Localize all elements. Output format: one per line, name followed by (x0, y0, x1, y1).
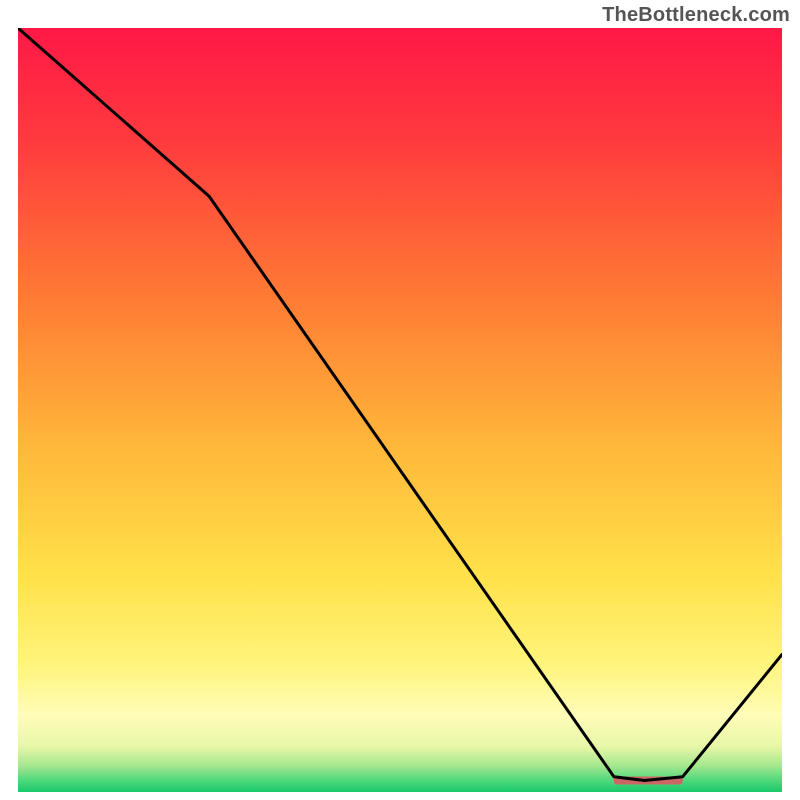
plot-area (18, 28, 782, 792)
gradient-background (18, 28, 782, 792)
chart-svg (18, 28, 782, 792)
chart-container: TheBottleneck.com (0, 0, 800, 800)
watermark-text: TheBottleneck.com (602, 4, 790, 27)
